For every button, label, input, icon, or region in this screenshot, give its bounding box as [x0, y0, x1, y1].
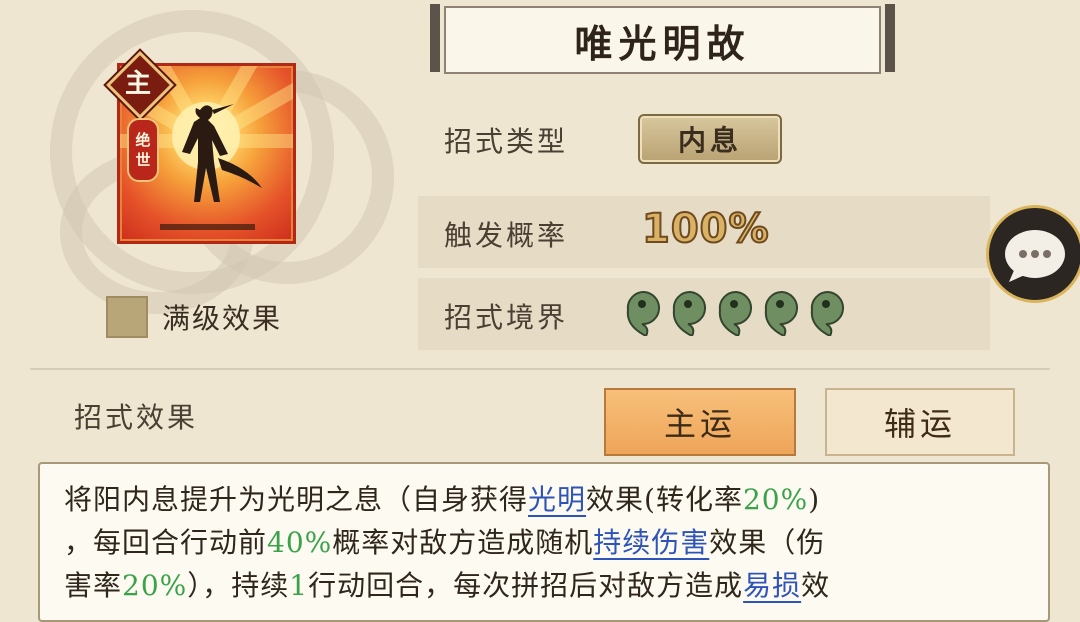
divider: [30, 368, 1050, 370]
keyword-link[interactable]: 持续伤害: [593, 526, 709, 559]
effect-label: 招式效果: [74, 401, 199, 434]
full-level-checkbox[interactable]: [106, 296, 148, 338]
rank-tag-char: 绝: [135, 131, 151, 149]
rate-label: 触发概率: [444, 219, 569, 252]
main-badge-text: 主: [124, 69, 151, 99]
type-label: 招式类型: [444, 125, 569, 158]
tab-main[interactable]: 主运: [604, 388, 796, 456]
jade-orb-icon: [810, 290, 846, 338]
keyword-link[interactable]: 光明: [528, 483, 586, 516]
level-orbs: [626, 290, 846, 338]
jade-orb-icon: [626, 290, 662, 338]
level-row: 招式境界: [418, 278, 990, 350]
desc-line: ，每回合行动前40%概率对敌方造成随机持续伤害效果（伤: [64, 526, 826, 559]
keyword-link[interactable]: 易损: [743, 569, 801, 602]
jade-orb-icon: [718, 290, 754, 338]
type-value-button[interactable]: 内息: [638, 114, 782, 164]
chat-button[interactable]: [986, 205, 1080, 303]
desc-line: 将阳内息提升为光明之息（自身获得光明效果(转化率20%): [64, 483, 821, 516]
main-skill-badge: 主: [106, 51, 174, 119]
chat-bubble-icon: [1005, 230, 1065, 282]
type-row: 招式类型 内息: [418, 102, 990, 174]
level-label: 招式境界: [444, 301, 569, 334]
jade-orb-icon: [672, 290, 708, 338]
effect-description: 将阳内息提升为光明之息（自身获得光明效果(转化率20%) ，每回合行动前40%概…: [38, 462, 1050, 622]
skill-title: 唯光明故: [444, 6, 881, 74]
skill-title-frame: 唯光明故: [430, 2, 895, 74]
rate-row: 触发概率 100%: [418, 196, 990, 268]
rank-tag-char: 世: [135, 151, 151, 169]
jade-orb-icon: [764, 290, 800, 338]
desc-line: 害率20%），持续1行动回合，每次拼招后对敌方造成易损效: [64, 569, 831, 602]
tab-aux[interactable]: 辅运: [825, 388, 1015, 456]
rank-tag: 绝 世: [127, 118, 159, 182]
full-level-label: 满级效果: [162, 302, 283, 335]
rate-value: 100%: [641, 205, 770, 253]
